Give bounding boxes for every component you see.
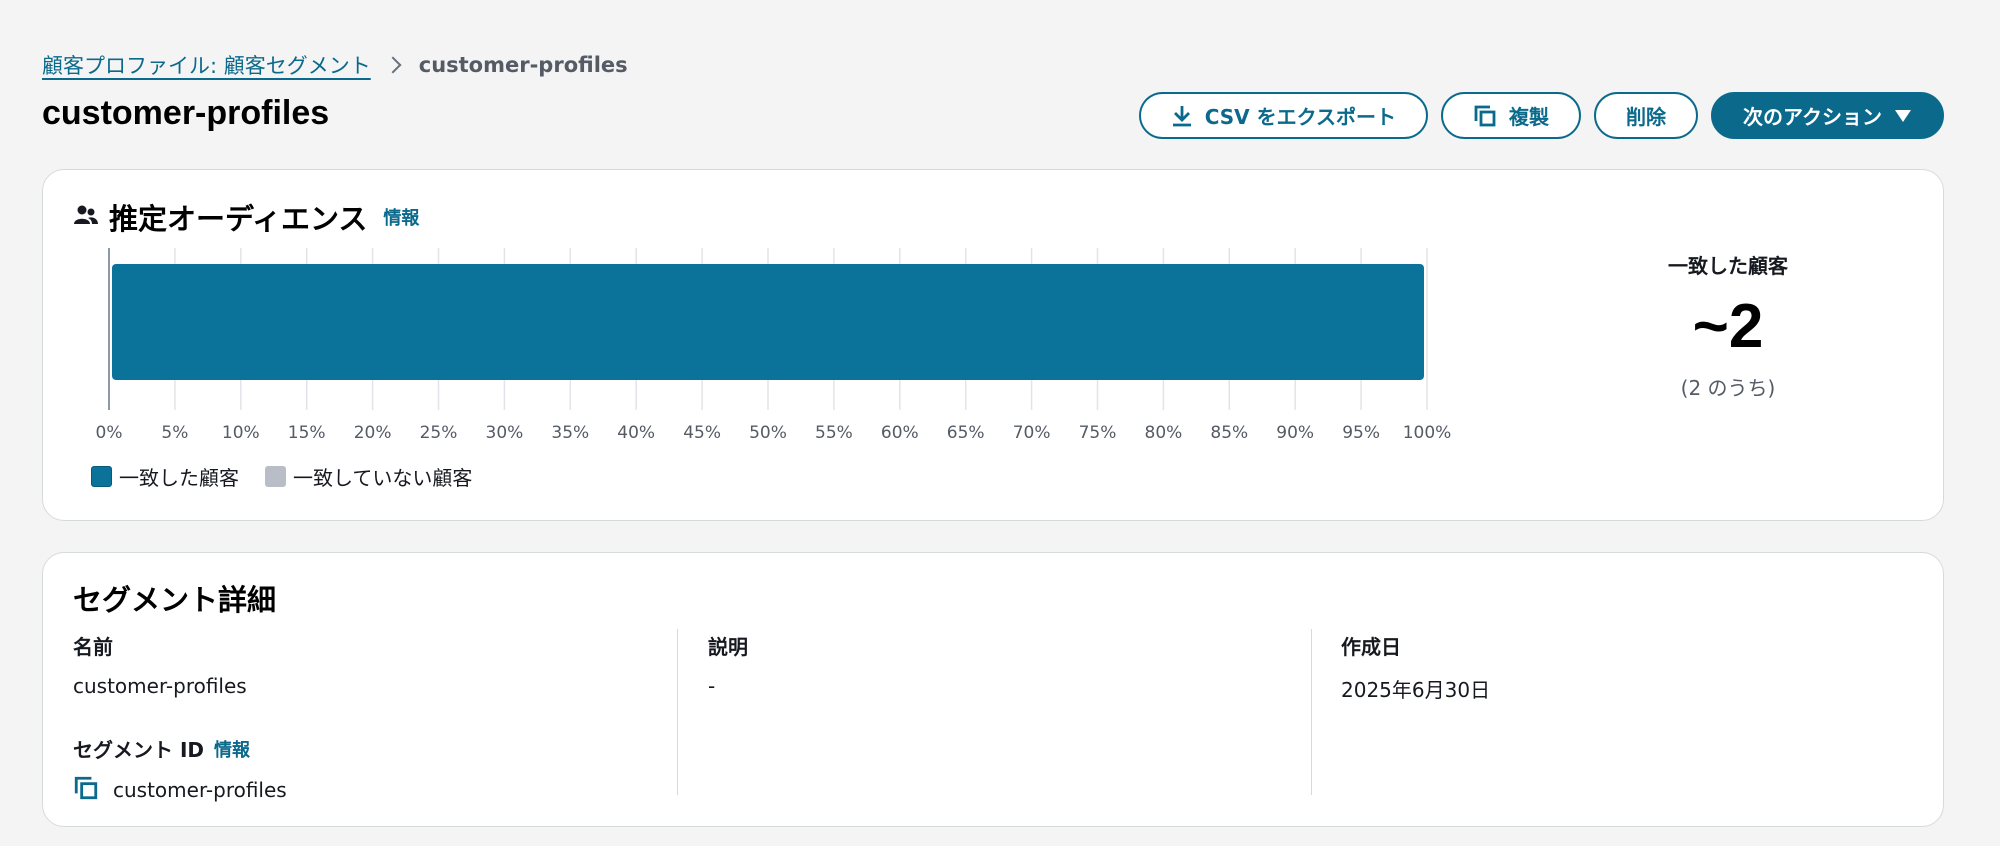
copy-icon[interactable]: [73, 775, 99, 805]
x-tick-label: 45%: [683, 423, 721, 443]
export-csv-label: CSV をエクスポート: [1204, 105, 1396, 129]
caret-down-icon: [1894, 109, 1912, 123]
legend-label-unmatched: 一致していない顧客: [293, 466, 473, 490]
description-label: 説明: [708, 635, 748, 659]
details-title: セグメント詳細: [73, 583, 277, 617]
x-tick-label: 5%: [161, 423, 188, 443]
x-tick-label: 60%: [881, 423, 919, 443]
matched-total: (2 のうち): [1680, 376, 1776, 400]
duplicate-button[interactable]: 複製: [1441, 92, 1581, 139]
next-action-label: 次のアクション: [1743, 105, 1882, 129]
details-col-description: 説明 -: [708, 631, 748, 698]
legend-item-matched: 一致した顧客: [91, 462, 239, 491]
chart-legend: 一致した顧客 一致していない顧客: [91, 462, 472, 491]
legend-swatch-unmatched: [265, 466, 286, 487]
x-tick-label: 0%: [96, 423, 123, 443]
column-divider: [677, 629, 678, 795]
breadcrumb: 顧客プロファイル: 顧客セグメント customer-profiles: [42, 50, 628, 80]
segment-id-label: セグメント ID: [73, 738, 205, 762]
x-tick-label: 10%: [222, 423, 260, 443]
x-tick-label: 95%: [1342, 423, 1380, 443]
x-tick-label: 85%: [1210, 423, 1248, 443]
column-divider: [1311, 629, 1312, 795]
x-tick-label: 15%: [288, 423, 326, 443]
bar-matched: [112, 264, 1424, 380]
header-actions: CSV をエクスポート 複製 削除 次のアクション: [1138, 92, 1944, 139]
chevron-right-icon: [384, 56, 402, 74]
x-tick-label: 20%: [354, 423, 392, 443]
breadcrumb-current: customer-profiles: [418, 53, 628, 77]
x-tick-label: 75%: [1079, 423, 1117, 443]
x-tick-label: 65%: [947, 423, 985, 443]
duplicate-label: 複製: [1509, 105, 1549, 129]
details-col-created: 作成日 2025年6月30日: [1341, 631, 1490, 703]
export-csv-button[interactable]: CSV をエクスポート: [1138, 92, 1428, 139]
legend-label-matched: 一致した顧客: [119, 466, 239, 490]
delete-button[interactable]: 削除: [1594, 92, 1698, 139]
download-icon: [1171, 104, 1193, 128]
details-header: セグメント詳細: [73, 577, 276, 619]
details-col-name: 名前 customer-profiles セグメント ID 情報 custome…: [73, 631, 287, 805]
audience-chart: 0% 5% 10% 15% 20% 25% 30% 35% 40% 45% 50% 55% 60% 65%…: [96, 248, 1452, 443]
segment-details-card: セグメント詳細 名前 customer-profiles セグメント ID 情報…: [42, 552, 1944, 827]
x-tick-label: 100%: [1403, 423, 1452, 443]
x-tick-label: 50%: [749, 423, 787, 443]
name-label: 名前: [73, 635, 113, 659]
segment-id-info-link[interactable]: 情報: [214, 736, 250, 762]
matched-count: ~2: [1692, 292, 1764, 361]
matched-label: 一致した顧客: [1668, 254, 1788, 278]
x-tick-label: 80%: [1145, 423, 1183, 443]
segment-id-value: customer-profiles: [113, 778, 287, 802]
breadcrumb-parent-link[interactable]: 顧客プロファイル: 顧客セグメント: [42, 50, 371, 80]
description-value: -: [708, 674, 716, 698]
x-tick-label: 90%: [1276, 423, 1314, 443]
legend-swatch-matched: [91, 466, 112, 487]
page-title: customer-profiles: [42, 94, 330, 132]
next-action-button[interactable]: 次のアクション: [1711, 92, 1944, 139]
legend-item-unmatched: 一致していない顧客: [265, 462, 472, 491]
copy-icon: [1473, 104, 1497, 128]
name-value: customer-profiles: [73, 674, 247, 698]
x-tick-label: 35%: [551, 423, 589, 443]
audience-card: 推定オーディエンス 情報 0% 5% 10% 15% 20% 25% 30% 35% 40% 45…: [42, 169, 1944, 521]
segment-id-label-row: セグメント ID 情報: [73, 734, 287, 763]
created-label: 作成日: [1341, 635, 1401, 659]
x-tick-label: 55%: [815, 423, 853, 443]
created-value: 2025年6月30日: [1341, 678, 1491, 702]
x-tick-label: 30%: [486, 423, 524, 443]
matched-summary: 一致した顧客 ~2 (2 のうち): [1593, 250, 1863, 401]
x-tick-label: 25%: [420, 423, 458, 443]
segment-id-row: customer-profiles: [73, 775, 287, 805]
page: 顧客プロファイル: 顧客セグメント customer-profiles cust…: [0, 0, 2000, 846]
x-tick-label: 40%: [617, 423, 655, 443]
x-tick-label: 70%: [1013, 423, 1051, 443]
